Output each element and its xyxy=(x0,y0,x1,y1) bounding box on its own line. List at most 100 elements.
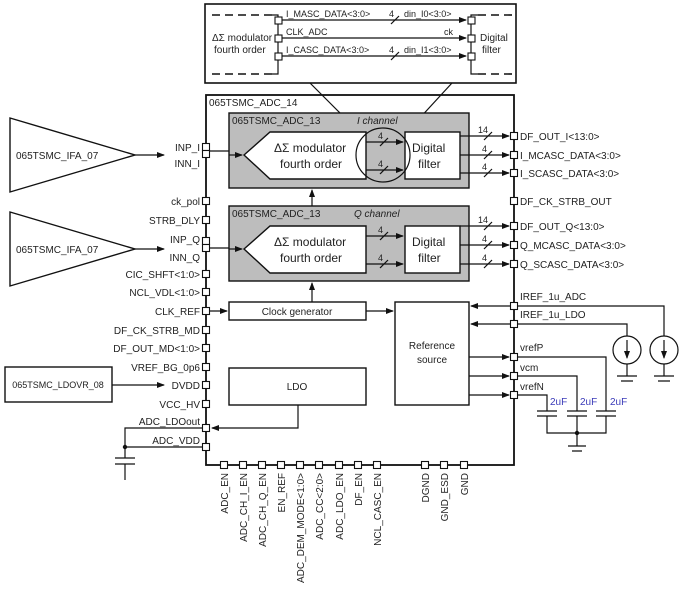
pin-inn-q xyxy=(201,243,211,253)
pin-label: DF_EN xyxy=(354,473,365,506)
pin-q-scasc-data-3-0 xyxy=(509,259,519,269)
pin-df-out-q-13-0 xyxy=(509,221,519,231)
reference-source-label-1: Reference xyxy=(409,341,456,352)
pin-label: DF_CK_STRB_OUT xyxy=(520,197,612,208)
pin-gnd xyxy=(459,460,469,470)
pin-ncl-casc-en xyxy=(372,460,382,470)
pin-cic-shft-1-0 xyxy=(201,269,211,279)
clock-generator-label: Clock generator xyxy=(262,307,333,318)
q-digital-filter xyxy=(404,225,461,274)
pin-label: DF_OUT_Q<13:0> xyxy=(520,222,605,233)
i-channel-name: 065TSMC_ADC_13 xyxy=(232,116,321,127)
pin-gnd-esd xyxy=(439,460,449,470)
adc-14-title: 065TSMC_ADC_14 xyxy=(209,98,298,109)
i-bus-width: 4 xyxy=(378,159,383,169)
pin-label: vrefN xyxy=(520,382,544,393)
i-modulator-label-2: fourth order xyxy=(280,157,342,171)
q-bus-width: 4 xyxy=(378,253,383,263)
pin-df-out-i-13-0 xyxy=(509,131,519,141)
pin-label: DF_OUT_MD<1:0> xyxy=(113,344,200,355)
ldo-label: LDO xyxy=(287,382,308,393)
pin-vrefn xyxy=(509,390,519,400)
pin-adc-en xyxy=(219,460,229,470)
pin-df-ck-strb-out xyxy=(509,196,519,206)
pin-label: VCC_HV xyxy=(159,400,200,411)
pin-label: ADC_CH_Q_EN xyxy=(258,473,269,547)
q-out-width: 4 xyxy=(482,234,487,244)
pin-vcm xyxy=(509,371,519,381)
pin-label: I_MCASC_DATA<3:0> xyxy=(520,151,621,162)
pin-label: ADC_CC<2:0> xyxy=(315,473,326,540)
reference-source-label-2: source xyxy=(417,355,447,366)
pin-label: INN_Q xyxy=(169,253,200,264)
pin-label: INP_Q xyxy=(170,235,200,246)
pin-label: ADC_VDD xyxy=(152,436,200,447)
pin-adc-ldoout xyxy=(201,423,211,433)
capacitor-value: 2uF xyxy=(580,397,597,408)
pin-iref-1u-ldo xyxy=(509,319,519,329)
pin-en-ref xyxy=(276,460,286,470)
pin-ncl-vdl-1-0 xyxy=(201,287,211,297)
pin-vref-bg-0p6 xyxy=(201,362,211,372)
i-modulator-label-1: ΔΣ modulator xyxy=(274,141,346,155)
inset-modulator-label-2: fourth order xyxy=(214,45,266,56)
i-bus-width: 4 xyxy=(378,131,383,141)
inset-signal-dst: din_I0<3:0> xyxy=(404,9,452,19)
pin-label: DGND xyxy=(421,473,432,502)
q-modulator-label-1: ΔΣ modulator xyxy=(274,235,346,249)
inset-filter-label-1: Digital xyxy=(480,33,508,44)
pin-adc-ldo-en xyxy=(334,460,344,470)
pin-dgnd xyxy=(420,460,430,470)
pin-df-en xyxy=(353,460,363,470)
ldovr-label: 065TSMC_LDOVR_08 xyxy=(12,380,104,390)
inset-signal-src: I_MASC_DATA<3:0> xyxy=(286,9,370,19)
pin-adc-ch-q-en xyxy=(257,460,267,470)
i-digital-filter xyxy=(404,131,461,180)
pin-iref-1u-adc xyxy=(509,301,519,311)
pin-label: DF_OUT_I<13:0> xyxy=(520,132,600,143)
pin-label: ADC_CH_I_EN xyxy=(239,473,250,542)
pin-label: Q_MCASC_DATA<3:0> xyxy=(520,241,626,252)
pin-label: I_SCASC_DATA<3:0> xyxy=(520,169,619,180)
pin-label: EN_REF xyxy=(277,473,288,512)
pin-adc-cc-2-0 xyxy=(314,460,324,470)
pin-adc-vdd xyxy=(201,442,211,452)
pin-inn-i xyxy=(201,149,211,159)
amplifier-i: 065TSMC_IFA_07 xyxy=(9,117,165,193)
pin-label: IREF_1u_LDO xyxy=(520,310,586,321)
reference-source xyxy=(394,301,470,406)
inset-bus-width: 4 xyxy=(389,9,394,19)
pin-label: CLK_REF xyxy=(155,307,200,318)
pin-label: CIC_SHFT<1:0> xyxy=(126,270,201,281)
inset-filter-label-2: filter xyxy=(482,45,502,56)
pin-label: GND_ESD xyxy=(440,473,451,521)
pin-vcc-hv xyxy=(201,399,211,409)
pin-label: GND xyxy=(460,473,471,495)
amplifier-i-label: 065TSMC_IFA_07 xyxy=(16,151,99,162)
q-channel-block: 065TSMC_ADC_13 Q channel ΔΣ modulator fo… xyxy=(228,205,470,282)
q-modulator xyxy=(242,225,367,274)
pin-inp-q xyxy=(201,236,211,246)
pin-label: NCL_VDL<1:0> xyxy=(129,288,200,299)
inset-signal-src: I_CASC_DATA<3:0> xyxy=(286,45,369,55)
pin-i-scasc-data-3-0 xyxy=(509,168,519,178)
pin-label: ADC_DEM_MODE<1:0> xyxy=(296,473,307,583)
pin-dvdd xyxy=(201,380,211,390)
q-out-width: 4 xyxy=(482,253,487,263)
pin-adc-dem-mode-1-0 xyxy=(295,460,305,470)
pin-label: ADC_LDOout xyxy=(139,417,200,428)
inset-signal-dst: din_I1<3:0> xyxy=(404,45,452,55)
pin-label: ck_pol xyxy=(171,197,200,208)
i-out-width: 14 xyxy=(478,125,488,135)
i-out-width: 4 xyxy=(482,144,487,154)
pin-clk-ref xyxy=(201,306,211,316)
pin-label: vcm xyxy=(520,363,538,374)
capacitor-value: 2uF xyxy=(550,397,567,408)
pin-q-mcasc-data-3-0 xyxy=(509,240,519,250)
inset-signal-dst: ck xyxy=(444,27,454,37)
q-out-width: 14 xyxy=(478,215,488,225)
pin-inp-i xyxy=(201,142,211,152)
pin-label: ADC_EN xyxy=(220,473,231,514)
pin-vrefp xyxy=(509,352,519,362)
pin-label: Q_SCASC_DATA<3:0> xyxy=(520,260,624,271)
